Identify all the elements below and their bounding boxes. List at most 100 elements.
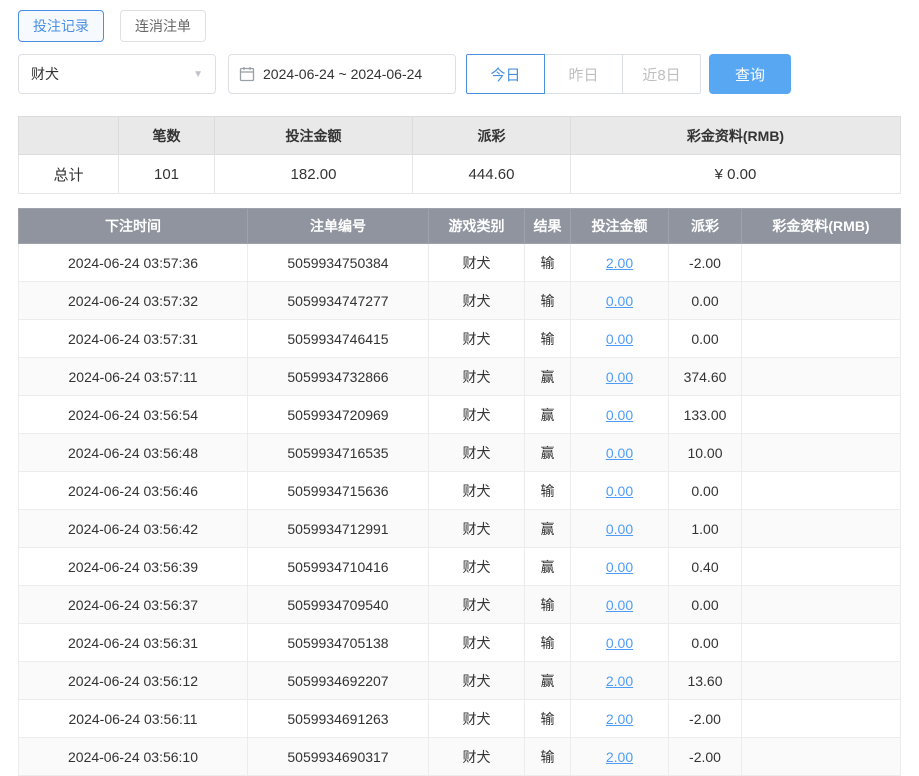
game-type-cell: 财犬	[429, 510, 525, 548]
tab-chain-cancel-orders[interactable]: 连消注单	[120, 10, 206, 42]
summary-total-count: 101	[119, 155, 215, 194]
table-row: 2024-06-24 03:56:375059934709540财犬输0.000…	[19, 586, 901, 624]
payout-cell: -2.00	[669, 738, 742, 776]
order-id-cell: 5059934715636	[248, 472, 429, 510]
table-row: 2024-06-24 03:56:485059934716535财犬赢0.001…	[19, 434, 901, 472]
quick-button-last8days[interactable]: 近8日	[622, 54, 701, 94]
table-row: 2024-06-24 03:57:115059934732866财犬赢0.003…	[19, 358, 901, 396]
table-row: 2024-06-24 03:56:125059934692207财犬赢2.001…	[19, 662, 901, 700]
bet-time-cell: 2024-06-24 03:56:10	[19, 738, 248, 776]
bet-amount-cell: 2.00	[571, 738, 669, 776]
result-cell: 赢	[525, 510, 571, 548]
bet-amount-link[interactable]: 0.00	[606, 521, 633, 537]
bet-time-cell: 2024-06-24 03:56:39	[19, 548, 248, 586]
summary-header-count: 笔数	[119, 117, 215, 155]
bet-amount-cell: 0.00	[571, 548, 669, 586]
table-row: 2024-06-24 03:56:425059934712991财犬赢0.001…	[19, 510, 901, 548]
game-select[interactable]: 财犬 ▼	[18, 54, 216, 94]
payout-cell: 10.00	[669, 434, 742, 472]
header-bet-time: 下注时间	[19, 209, 248, 244]
bet-amount-link[interactable]: 0.00	[606, 407, 633, 423]
game-type-cell: 财犬	[429, 320, 525, 358]
order-id-cell: 5059934705138	[248, 624, 429, 662]
bet-amount-link[interactable]: 0.00	[606, 597, 633, 613]
bet-amount-cell: 2.00	[571, 244, 669, 282]
payout-cell: -2.00	[669, 700, 742, 738]
bonus-cell	[742, 662, 901, 700]
order-id-cell: 5059934692207	[248, 662, 429, 700]
bet-amount-link[interactable]: 2.00	[606, 673, 633, 689]
game-type-cell: 财犬	[429, 472, 525, 510]
order-id-cell: 5059934710416	[248, 548, 429, 586]
bet-amount-cell: 0.00	[571, 624, 669, 662]
quick-button-today[interactable]: 今日	[466, 54, 545, 94]
bet-amount-link[interactable]: 0.00	[606, 445, 633, 461]
bonus-cell	[742, 434, 901, 472]
bonus-cell	[742, 358, 901, 396]
payout-cell: 0.00	[669, 624, 742, 662]
game-select-value: 财犬	[31, 64, 59, 84]
date-range-input[interactable]: 2024-06-24 ~ 2024-06-24	[228, 54, 456, 94]
bonus-cell	[742, 510, 901, 548]
bet-amount-link[interactable]: 0.00	[606, 331, 633, 347]
result-cell: 赢	[525, 358, 571, 396]
header-payout: 派彩	[669, 209, 742, 244]
calendar-icon	[239, 66, 255, 82]
bet-amount-link[interactable]: 0.00	[606, 293, 633, 309]
table-row: 2024-06-24 03:57:315059934746415财犬输0.000…	[19, 320, 901, 358]
game-type-cell: 财犬	[429, 700, 525, 738]
table-row: 2024-06-24 03:56:315059934705138财犬输0.000…	[19, 624, 901, 662]
search-button[interactable]: 查询	[709, 54, 791, 94]
payout-cell: 0.00	[669, 320, 742, 358]
bet-amount-link[interactable]: 0.00	[606, 369, 633, 385]
game-type-cell: 财犬	[429, 662, 525, 700]
payout-cell: -2.00	[669, 244, 742, 282]
game-type-cell: 财犬	[429, 624, 525, 662]
bet-table-header-row: 下注时间 注单编号 游戏类别 结果 投注金额 派彩 彩金资料(RMB)	[19, 209, 901, 244]
table-row: 2024-06-24 03:57:365059934750384财犬输2.00-…	[19, 244, 901, 282]
game-type-cell: 财犬	[429, 282, 525, 320]
bet-amount-link[interactable]: 0.00	[606, 559, 633, 575]
bet-time-cell: 2024-06-24 03:56:11	[19, 700, 248, 738]
bet-time-cell: 2024-06-24 03:57:32	[19, 282, 248, 320]
payout-cell: 0.00	[669, 586, 742, 624]
table-row: 2024-06-24 03:56:105059934690317财犬输2.00-…	[19, 738, 901, 776]
table-row: 2024-06-24 03:56:395059934710416财犬赢0.000…	[19, 548, 901, 586]
bet-amount-link[interactable]: 2.00	[606, 711, 633, 727]
bet-amount-link[interactable]: 2.00	[606, 255, 633, 271]
header-order-id: 注单编号	[248, 209, 429, 244]
bet-amount-cell: 2.00	[571, 700, 669, 738]
header-result: 结果	[525, 209, 571, 244]
quick-button-yesterday[interactable]: 昨日	[544, 54, 623, 94]
table-row: 2024-06-24 03:56:545059934720969财犬赢0.001…	[19, 396, 901, 434]
payout-cell: 0.00	[669, 472, 742, 510]
bet-amount-cell: 0.00	[571, 510, 669, 548]
summary-total-label: 总计	[19, 155, 119, 194]
bet-amount-link[interactable]: 0.00	[606, 635, 633, 651]
order-id-cell: 5059934732866	[248, 358, 429, 396]
order-id-cell: 5059934747277	[248, 282, 429, 320]
bet-time-cell: 2024-06-24 03:56:12	[19, 662, 248, 700]
chevron-down-icon: ▼	[193, 69, 203, 80]
bet-time-cell: 2024-06-24 03:56:54	[19, 396, 248, 434]
result-cell: 输	[525, 320, 571, 358]
quick-date-group: 今日 昨日 近8日	[466, 54, 701, 94]
bet-time-cell: 2024-06-24 03:56:37	[19, 586, 248, 624]
summary-total-payout: 444.60	[413, 155, 571, 194]
summary-header-empty	[19, 117, 119, 155]
game-type-cell: 财犬	[429, 434, 525, 472]
bet-amount-cell: 0.00	[571, 396, 669, 434]
summary-total-bonus: ¥ 0.00	[571, 155, 901, 194]
summary-header-row: 笔数 投注金额 派彩 彩金资料(RMB)	[19, 117, 901, 155]
bet-time-cell: 2024-06-24 03:56:42	[19, 510, 248, 548]
payout-cell: 0.40	[669, 548, 742, 586]
bet-amount-link[interactable]: 2.00	[606, 749, 633, 765]
bet-amount-link[interactable]: 0.00	[606, 483, 633, 499]
table-row: 2024-06-24 03:56:465059934715636财犬输0.000…	[19, 472, 901, 510]
tab-bet-records[interactable]: 投注记录	[18, 10, 104, 42]
header-game-type: 游戏类别	[429, 209, 525, 244]
tab-bar: 投注记录 连消注单	[18, 10, 901, 42]
header-bet-amount: 投注金额	[571, 209, 669, 244]
result-cell: 输	[525, 586, 571, 624]
bet-amount-cell: 0.00	[571, 282, 669, 320]
